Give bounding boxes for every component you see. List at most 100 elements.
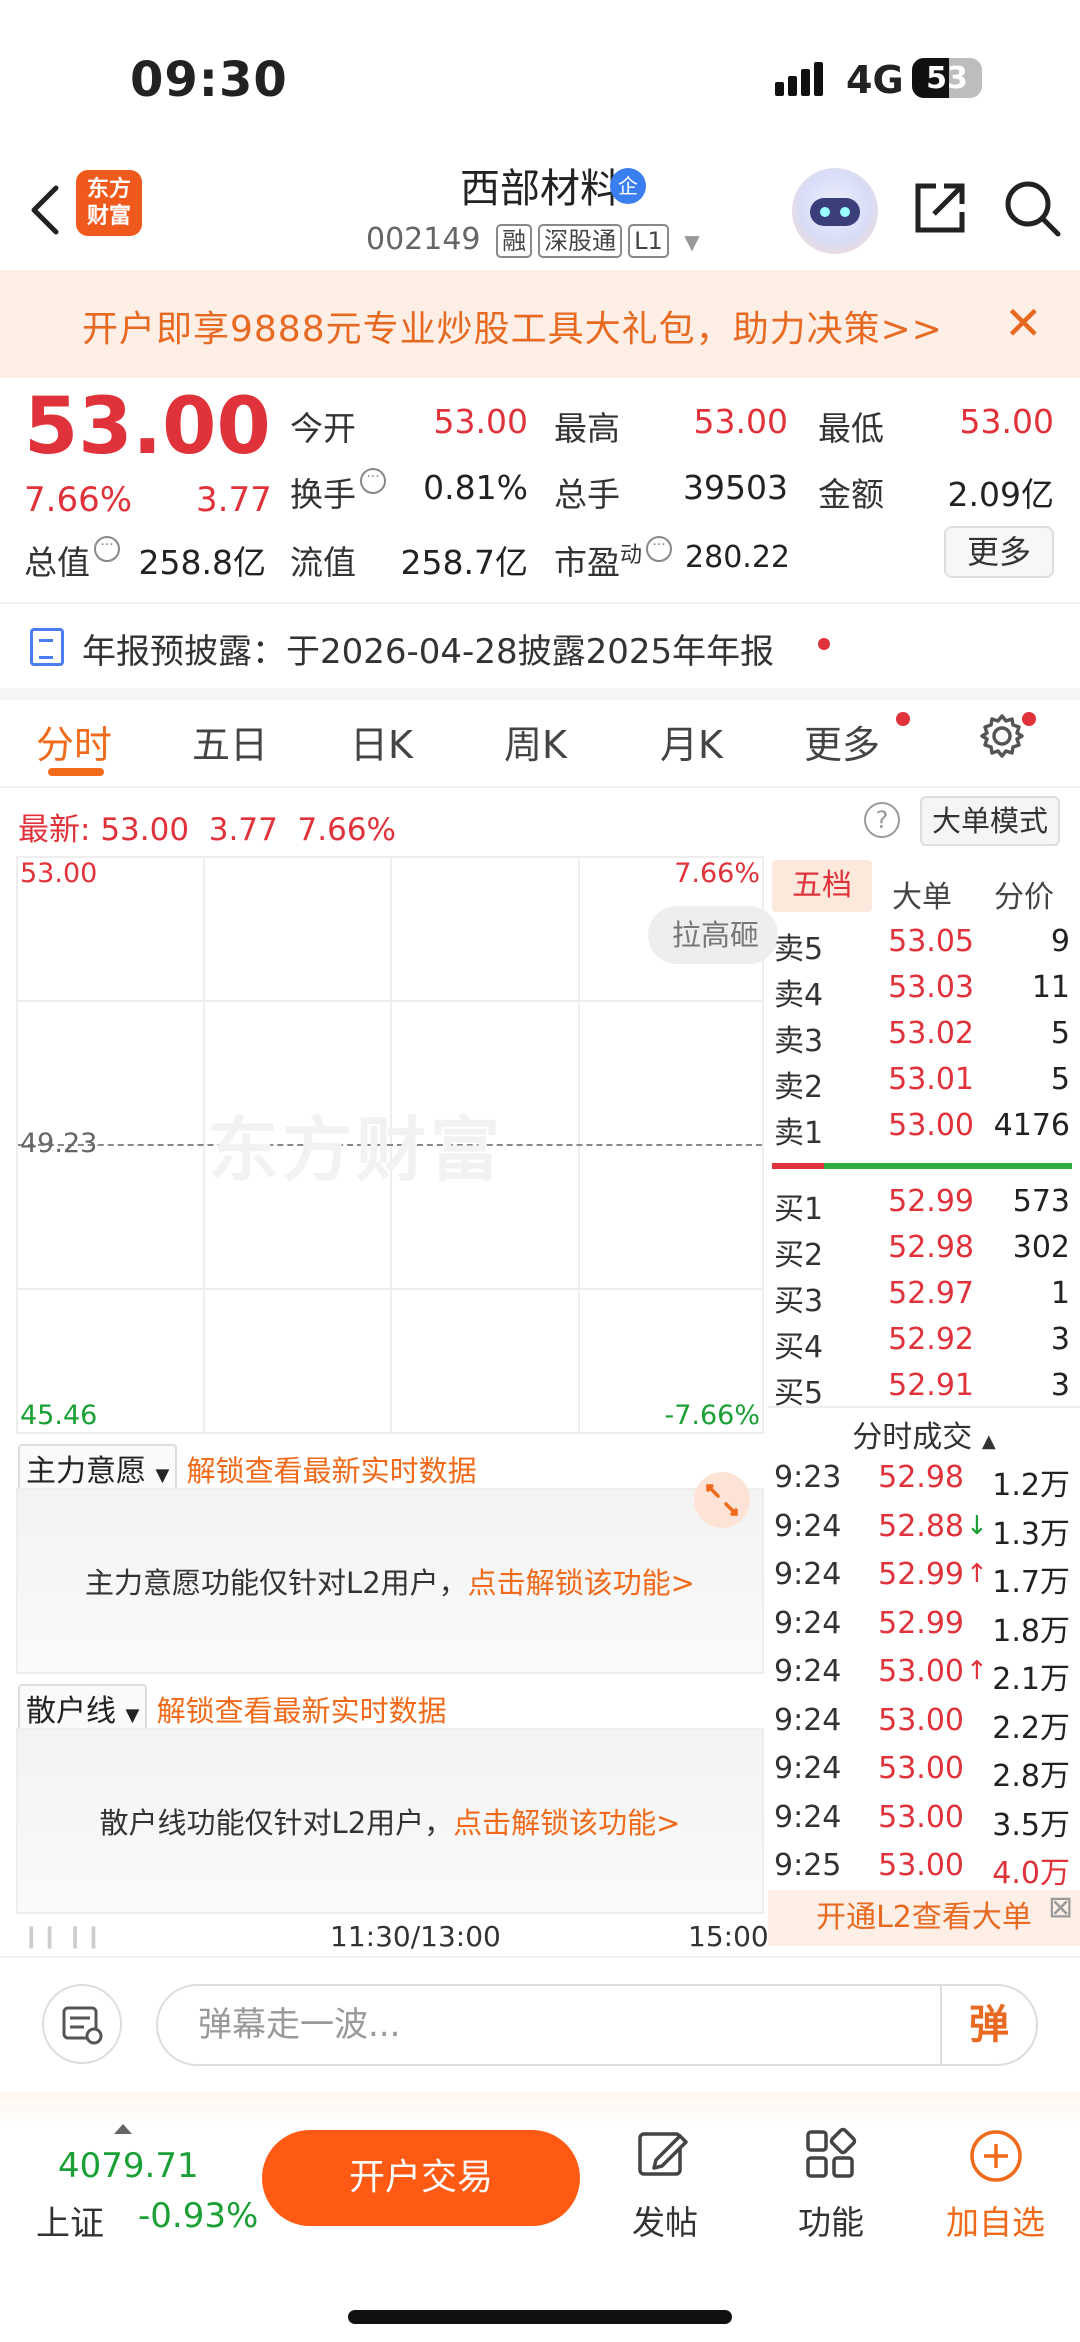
stock-subline[interactable]: 002149 融深股通 L1 ▼ (366, 222, 700, 258)
unlock-feature-link[interactable]: 点击解锁该功能> (453, 1806, 680, 1840)
tick-row: 9:23 52.98 1.2万 (774, 1460, 1076, 1508)
divider (0, 786, 1080, 788)
turnover-label-text: 换手 (290, 475, 356, 514)
help-icon[interactable]: ? (864, 802, 900, 838)
level-label: 卖4 (774, 978, 824, 1013)
turnover-label[interactable]: 换手 ··· (290, 468, 386, 516)
pe-value: 280.22 (685, 540, 790, 575)
orderbook-row[interactable]: 卖5 53.05 9 (774, 924, 1074, 970)
level-price: 52.98 (888, 1230, 974, 1265)
tick-volume: 1.7万 (992, 1565, 1070, 1600)
share-icon[interactable] (908, 176, 972, 240)
level-volume: 3 (1050, 1368, 1070, 1403)
latest-pct: 7.66% (297, 812, 397, 848)
tab-five-levels[interactable]: 五档 (772, 860, 872, 912)
more-dots-icon: ··· (360, 468, 386, 494)
index-name[interactable]: 上证 (36, 2196, 104, 2245)
retail-line-dropdown[interactable]: 散户线 ▼ (18, 1684, 148, 1732)
assistant-robot-icon[interactable] (792, 168, 878, 254)
orderbook-row[interactable]: 卖4 53.03 11 (774, 970, 1074, 1016)
tab-daily-k[interactable]: 日K (350, 714, 413, 769)
add-watchlist-icon[interactable] (966, 2126, 1026, 2186)
index-value[interactable]: 4079.71 (58, 2146, 199, 2186)
comment-settings-icon[interactable] (42, 1984, 122, 2064)
caret-up-icon[interactable] (114, 2124, 132, 2134)
event-bubble[interactable]: 拉高砸 (648, 906, 778, 964)
tick-time: 9:24 (774, 1654, 842, 1689)
tick-price: 53.00 (878, 1702, 964, 1738)
tick-volume: 3.5万 (992, 1807, 1070, 1843)
float-label: 流值 (290, 543, 356, 582)
tab-intraday[interactable]: 分时 (36, 714, 112, 769)
panel-msg-text: 散户线功能仅针对L2用户， (99, 1806, 454, 1840)
promo-text[interactable]: 开户即享9888元专业炒股工具大礼包，助力决策>> (82, 300, 943, 352)
search-icon[interactable] (1000, 176, 1064, 240)
big-order-mode-button[interactable]: 大单模式 (920, 796, 1060, 846)
x-axis-end: 15:00 (688, 1920, 769, 1953)
tab-weekly-k[interactable]: 周K (504, 714, 567, 769)
unlock-link[interactable]: 解锁查看最新实时数据 (187, 1454, 477, 1488)
tick-trades-title[interactable]: 分时成交 ▲ (768, 1412, 1080, 1456)
change-percent: 7.66% (24, 480, 133, 520)
danmu-input[interactable]: 弹幕走一波... (156, 1984, 1038, 2066)
pause-icon: ❙❙ ❙❙ (22, 1924, 103, 1949)
pe-label[interactable]: 市盈动 ··· (554, 536, 673, 584)
battery-level: 53 (926, 61, 968, 96)
tab-big-orders[interactable]: 大单 (892, 872, 952, 916)
gear-icon[interactable] (978, 712, 1026, 760)
panel-message: 散户线功能仅针对L2用户，点击解锁该功能> (18, 1800, 762, 1842)
divider (0, 1956, 1080, 1958)
tick-direction-icon: ↑ (966, 1559, 988, 1589)
unlock-link[interactable]: 解锁查看最新实时数据 (157, 1694, 447, 1728)
mktcap-label[interactable]: 总值 ··· (24, 536, 120, 584)
notice-text[interactable]: 年报预披露：于2026-04-28披露2025年年报 (82, 624, 774, 673)
tab-price-dist[interactable]: 分价 (994, 872, 1054, 916)
level-price: 52.99 (888, 1184, 974, 1219)
level-price: 52.97 (888, 1276, 974, 1311)
more-button[interactable]: 更多 (944, 526, 1054, 578)
tick-volume: 1.8万 (992, 1613, 1070, 1649)
intraday-chart[interactable]: 东方财富 53.00 49.23 45.46 7.66% -7.66% 拉高砸 (16, 856, 778, 1434)
level-price: 53.05 (888, 924, 974, 959)
tab-more[interactable]: 更多 (804, 714, 880, 769)
add-watchlist-label[interactable]: 加自选 (946, 2196, 1045, 2244)
tick-row: 9:24 53.00 ↑ 2.1万 (774, 1654, 1076, 1702)
tick-direction-icon: ↑ (966, 1656, 988, 1686)
open-account-trade-button[interactable]: 开户交易 (262, 2130, 580, 2226)
close-icon[interactable]: ⊠ (1048, 1890, 1073, 1925)
orderbook-row[interactable]: 卖1 53.00 4176 (774, 1108, 1074, 1154)
tab-monthly-k[interactable]: 月K (660, 714, 723, 769)
tick-row: 9:24 53.00 2.8万 (774, 1751, 1076, 1799)
orderbook-row[interactable]: 买2 52.98 302 (774, 1230, 1074, 1276)
post-label[interactable]: 发帖 (632, 2196, 698, 2244)
tick-volume: 1.2万 (992, 1468, 1070, 1503)
close-icon[interactable]: ✕ (1004, 296, 1043, 350)
main-force-dropdown[interactable]: 主力意愿 ▼ (18, 1444, 178, 1492)
orderbook-row[interactable]: 买4 52.92 3 (774, 1322, 1074, 1368)
orderbook-row[interactable]: 卖3 53.02 5 (774, 1016, 1074, 1062)
danmu-send-button[interactable]: 弹 (940, 1986, 1036, 2064)
open-l2-button[interactable]: 开通L2查看大单 (768, 1890, 1080, 1946)
orderbook-row[interactable]: 卖2 53.01 5 (774, 1062, 1074, 1108)
function-label[interactable]: 功能 (798, 2196, 864, 2244)
expand-icon[interactable] (694, 1472, 750, 1528)
panel-message: 主力意愿功能仅针对L2用户，点击解锁该功能> (18, 1560, 762, 1602)
dropdown-arrow-icon: ▼ (125, 1705, 140, 1726)
retail-line-panel: 散户线功能仅针对L2用户，点击解锁该功能> (16, 1728, 764, 1914)
edit-post-icon[interactable] (632, 2124, 692, 2184)
index-change[interactable]: -0.93% (138, 2196, 258, 2236)
orderbook-row[interactable]: 买3 52.97 1 (774, 1276, 1074, 1322)
x-axis-mid: 11:30/13:00 (330, 1920, 501, 1953)
tab-more-red-dot (896, 712, 910, 726)
current-price: 53.00 (24, 382, 271, 472)
pe-sup: 动 (620, 543, 643, 568)
unlock-feature-link[interactable]: 点击解锁该功能> (468, 1566, 695, 1600)
tab-five-day[interactable]: 五日 (192, 714, 268, 769)
function-grid-icon[interactable] (800, 2124, 860, 2184)
level-volume: 5 (1050, 1062, 1070, 1097)
orderbook-row[interactable]: 买1 52.99 573 (774, 1184, 1074, 1230)
tick-row: 9:24 52.99 ↑ 1.7万 (774, 1557, 1076, 1605)
grid-line (18, 1000, 762, 1002)
panel-header-retail: 散户线 ▼ 解锁查看最新实时数据 (18, 1684, 447, 1732)
tick-price: 52.98 (878, 1460, 964, 1495)
